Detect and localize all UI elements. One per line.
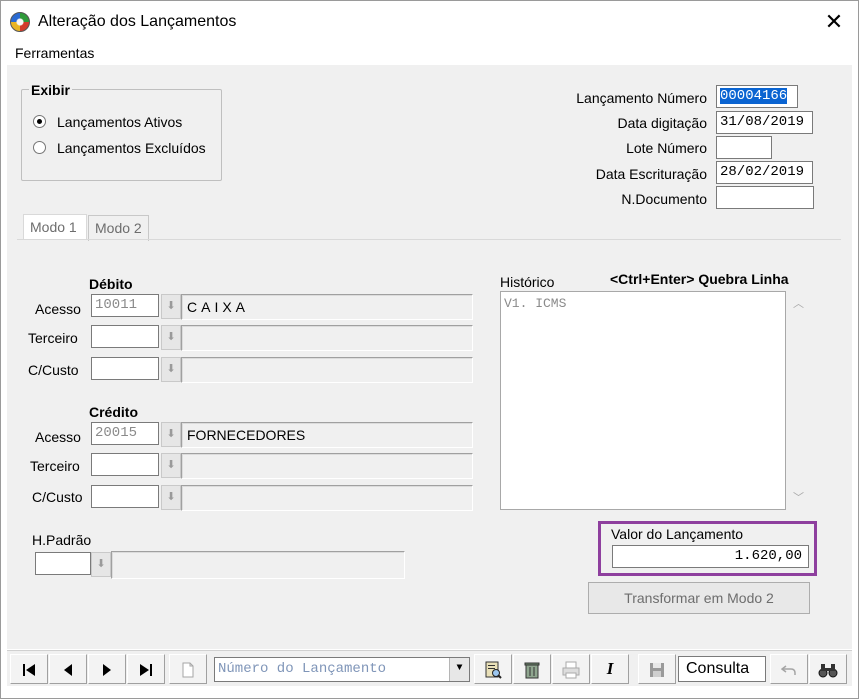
credito-acesso-code[interactable]: 20015 [91,422,159,445]
combo-placeholder: Número do Lançamento [218,661,387,677]
tab-modo-2[interactable]: Modo 2 [88,215,149,241]
debito-acesso-name: CAIXA [181,294,473,320]
historico-scroll-down-icon[interactable]: ﹀ [793,489,804,505]
n-documento-field[interactable] [716,186,814,209]
credito-title: Crédito [89,404,138,420]
italic-i-icon: I [606,659,614,678]
data-digitacao-label: Data digitação [617,115,707,131]
lote-numero-label: Lote Número [626,140,707,156]
combo-dropdown-button[interactable]: ▼ [449,658,469,681]
valor-label: Valor do Lançamento [611,526,744,542]
credito-acesso-name: FORNECEDORES [181,422,473,448]
hpadrao-lookup-button[interactable]: ⬇ [91,552,111,577]
trash-icon [524,662,540,679]
new-document-icon [182,662,194,678]
credito-terceiro-lookup-button[interactable]: ⬇ [161,453,181,478]
title-bar: Alteração dos Lançamentos ✕ [1,1,858,41]
debito-terceiro-lookup-button[interactable]: ⬇ [161,325,181,350]
main-window: Alteração dos Lançamentos ✕ Ferramentas … [0,0,859,699]
search-document-button[interactable] [474,654,512,684]
debito-ccusto-lookup-button[interactable]: ⬇ [161,357,181,382]
lancamento-numero-field[interactable]: 00004166 [716,85,798,108]
transformar-modo-2-button[interactable]: Transformar em Modo 2 [588,582,810,614]
radio-excluidos-label[interactable]: Lançamentos Excluídos [57,140,206,156]
next-record-icon [103,664,111,677]
debito-ccusto-code[interactable] [91,357,159,380]
debito-ccusto-name [181,357,473,383]
hpadrao-label: H.Padrão [32,532,92,548]
close-button[interactable]: ✕ [819,7,849,37]
credito-terceiro-code[interactable] [91,453,159,476]
debito-terceiro-code[interactable] [91,325,159,348]
credito-terceiro-name [181,453,473,479]
historico-hint: <Ctrl+Enter> Quebra Linha [610,271,789,287]
n-documento-label: N.Documento [621,191,707,207]
printer-icon [562,661,580,679]
previous-record-button[interactable] [49,654,87,684]
undo-arrow-icon [780,665,796,676]
undo-button[interactable] [770,654,808,684]
window-title: Alteração dos Lançamentos [38,13,237,30]
credito-ccusto-label: C/Custo [32,489,83,505]
credito-ccusto-lookup-button[interactable]: ⬇ [161,485,181,510]
last-record-icon [140,664,152,677]
navigation-toolbar: Número do Lançamento ▼ I Consulta [7,650,852,686]
find-button[interactable] [809,654,847,684]
debito-ccusto-label: C/Custo [28,362,79,378]
mode-status-box: Consulta [678,656,766,682]
tab-panel-border [17,239,841,240]
debito-terceiro-name [181,325,473,351]
lancamento-numero-label: Lançamento Número [576,90,707,106]
next-record-button[interactable] [88,654,126,684]
first-record-icon [23,664,35,677]
historico-textarea[interactable]: V1. ICMS [500,291,786,510]
radio-ativos-label[interactable]: Lançamentos Ativos [57,114,182,130]
search-document-icon [485,661,502,680]
tab-modo-1[interactable]: Modo 1 [23,214,87,240]
binoculars-icon [818,664,838,678]
print-button[interactable] [552,654,590,684]
credito-ccusto-name [181,485,473,511]
debito-acesso-lookup-button[interactable]: ⬇ [161,294,181,319]
lote-numero-field[interactable] [716,136,772,159]
form-body: Exibir Lançamentos Ativos Lançamentos Ex… [7,65,852,649]
last-record-button[interactable] [127,654,165,684]
italic-edit-button[interactable]: I [591,654,629,684]
credito-ccusto-code[interactable] [91,485,159,508]
debito-acesso-label: Acesso [35,301,81,317]
historico-label: Histórico [500,274,555,290]
data-escrituracao-field[interactable]: 28/02/2019 [716,161,813,184]
save-disk-icon [650,663,664,678]
radio-lancamentos-excluidos[interactable] [33,141,46,154]
exibir-title: Exibir [29,82,72,98]
credito-acesso-label: Acesso [35,429,81,445]
numero-lancamento-combo[interactable]: Número do Lançamento ▼ [214,657,470,682]
credito-acesso-lookup-button[interactable]: ⬇ [161,422,181,447]
data-escrituracao-label: Data Escrituração [595,166,707,182]
debito-acesso-code[interactable]: 10011 [91,294,159,317]
new-document-button[interactable] [169,654,207,684]
menu-ferramentas[interactable]: Ferramentas [15,45,94,61]
save-button[interactable] [638,654,676,684]
debito-terceiro-label: Terceiro [28,330,78,346]
first-record-button[interactable] [10,654,48,684]
valor-field[interactable]: 1.620,00 [612,545,809,568]
historico-scroll-up-icon[interactable]: ︿ [793,295,804,311]
data-digitacao-field[interactable]: 31/08/2019 [716,111,813,134]
app-logo-icon [10,12,30,32]
hpadrao-code[interactable] [35,552,91,575]
radio-lancamentos-ativos[interactable] [33,115,46,128]
hpadrao-name [111,551,405,579]
exibir-group [21,89,222,181]
previous-record-icon [64,664,72,677]
credito-terceiro-label: Terceiro [30,458,80,474]
debito-title: Débito [89,276,133,292]
delete-button[interactable] [513,654,551,684]
menu-bar: Ferramentas [1,41,858,65]
